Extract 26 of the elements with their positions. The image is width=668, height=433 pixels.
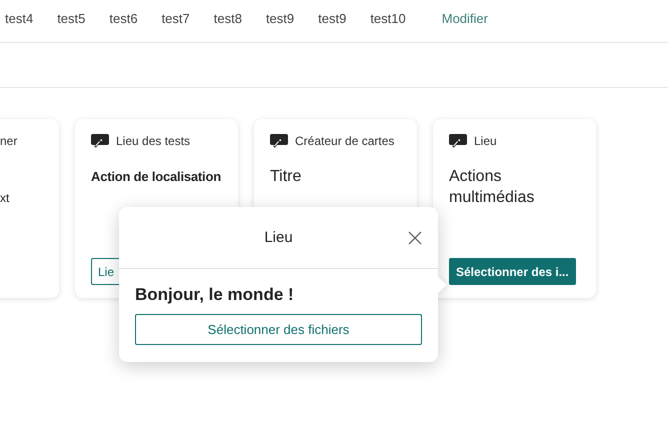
nav-tab[interactable]: test9 <box>266 11 294 42</box>
card-button[interactable]: Lie <box>91 258 122 285</box>
popup-heading: Bonjour, le monde ! <box>135 285 295 305</box>
popup-title: Lieu <box>264 229 293 246</box>
card-subtitle: Lieu <box>474 134 497 148</box>
nav-tab[interactable]: test9 <box>318 11 346 42</box>
pen-screen-icon <box>91 134 109 148</box>
select-files-button[interactable]: Sélectionner des fichiers <box>135 314 422 345</box>
edit-link[interactable]: Modifier <box>442 11 488 42</box>
card-text: xt <box>0 191 10 205</box>
close-icon[interactable] <box>408 231 422 245</box>
nav-tab[interactable]: test10 <box>370 11 406 42</box>
card-subtitle: Créateur de cartes <box>295 134 394 148</box>
card-subtitle: ner <box>0 134 18 148</box>
nav-tab[interactable]: test8 <box>214 11 242 42</box>
nav-tab[interactable]: test6 <box>109 11 138 42</box>
card-title: Actions multimédias <box>449 167 536 208</box>
nav-tab[interactable]: test7 <box>162 11 190 42</box>
pen-screen-icon <box>449 134 467 148</box>
card-title: Titre <box>270 167 302 187</box>
nav-tab[interactable]: test5 <box>57 11 86 42</box>
card-subtitle: Lieu des tests <box>116 134 190 148</box>
card-title: Action de localisation <box>91 168 222 186</box>
nav-tab[interactable]: test4 <box>5 11 34 42</box>
card-button[interactable]: Sélectionner des i... <box>449 258 576 285</box>
pen-screen-icon <box>270 134 288 148</box>
